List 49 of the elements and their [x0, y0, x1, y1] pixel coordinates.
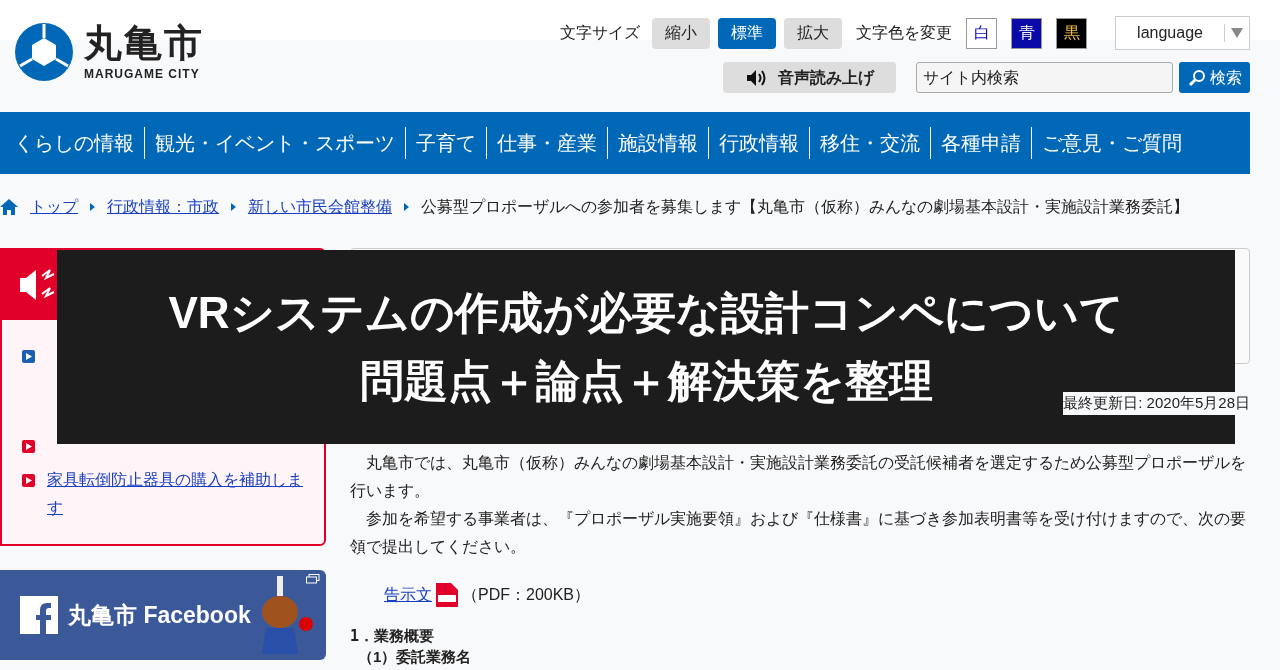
breadcrumb-current: 公募型プロポーザルへの参加者を募集します【丸亀市（仮称）みんなの劇場基本設計・実施設計業務委託】	[421, 197, 1189, 217]
home-icon	[0, 199, 18, 215]
text-color-button[interactable]: 黒	[1056, 17, 1087, 49]
notice-link[interactable]: 告示文	[384, 582, 432, 607]
facebook-banner[interactable]: 丸亀市 Facebook	[0, 570, 326, 660]
section-heading: 1．業務概要	[350, 625, 436, 647]
font-size-button[interactable]: 標準	[718, 17, 776, 49]
breadcrumb-link[interactable]: トップ	[30, 195, 78, 219]
nav-link[interactable]: 行政情報	[709, 128, 809, 158]
language-select[interactable]: language	[1115, 16, 1250, 50]
nav-link[interactable]: 観光・イベント・スポーツ	[145, 128, 405, 158]
nav-link[interactable]: 移住・交流	[810, 128, 930, 158]
text-color-label: 文字色を変更	[856, 23, 952, 43]
search-icon	[1187, 68, 1206, 87]
article-paragraph: 参加を希望する事業者は、『プロポーザル実施要領』および『仕様書』に基づき参加表明書等を受け付けますので、次の要領で提出してください。	[350, 508, 1247, 557]
site-search-field[interactable]: サイト内検索	[916, 62, 1173, 93]
breadcrumb-link[interactable]: 新しい市民会館整備	[248, 195, 392, 219]
external-window-icon	[306, 574, 320, 584]
text-color-button[interactable]: 青	[1011, 17, 1042, 49]
nav-link[interactable]: 各種申請	[931, 128, 1031, 158]
breadcrumb-arrow-icon	[231, 203, 236, 211]
overlay-headline: 問題点＋論点＋解決策を整理	[359, 355, 933, 407]
nav-link[interactable]: 施設情報	[608, 128, 708, 158]
text-color-button[interactable]: 白	[966, 17, 997, 49]
file-info: （PDF：200KB）	[462, 584, 591, 605]
breadcrumb-link[interactable]: 行政情報：市政	[107, 195, 219, 219]
city-emblem-icon	[14, 22, 74, 82]
search-button[interactable]: 検索	[1179, 62, 1250, 93]
logo-subtitle: MARUGAME CITY	[84, 66, 201, 83]
news-link[interactable]: 家具転倒防止器具の購入を補助します	[47, 466, 304, 522]
article-paragraph: 丸亀市では、丸亀市（仮称）みんなの劇場基本設計・実施設計業務委託の受託候補者を選定するため公募型プロポーザルを行います。	[350, 452, 1247, 501]
nav-link[interactable]: 仕事・産業	[487, 128, 607, 158]
overlay-headline: VRシステムの作成が必要な設計コンペについて	[168, 287, 1124, 339]
font-size-label: 文字サイズ	[560, 23, 640, 43]
nav-link[interactable]: くらしの情報	[4, 128, 144, 158]
read-aloud-button[interactable]: 音声読み上げ	[723, 62, 896, 93]
dropdown-caret-icon	[1231, 28, 1243, 38]
nav-link[interactable]: 子育て	[406, 128, 486, 158]
nav-link[interactable]: ご意見・ご質問	[1032, 128, 1192, 158]
breadcrumb-arrow-icon	[90, 203, 95, 211]
facebook-label: 丸亀市 Facebook	[68, 600, 251, 630]
facebook-logo-icon	[20, 596, 58, 634]
pdf-file-icon	[436, 582, 458, 607]
logo-title: 丸亀市	[84, 21, 204, 65]
font-size-button[interactable]: 拡大	[784, 17, 842, 49]
subsection-heading: （1）委託業務名	[358, 646, 473, 667]
breadcrumb-arrow-icon	[404, 203, 409, 211]
font-size-button[interactable]: 縮小	[652, 17, 710, 49]
last-updated: 最終更新日: 2020年5月28日	[1063, 392, 1250, 415]
